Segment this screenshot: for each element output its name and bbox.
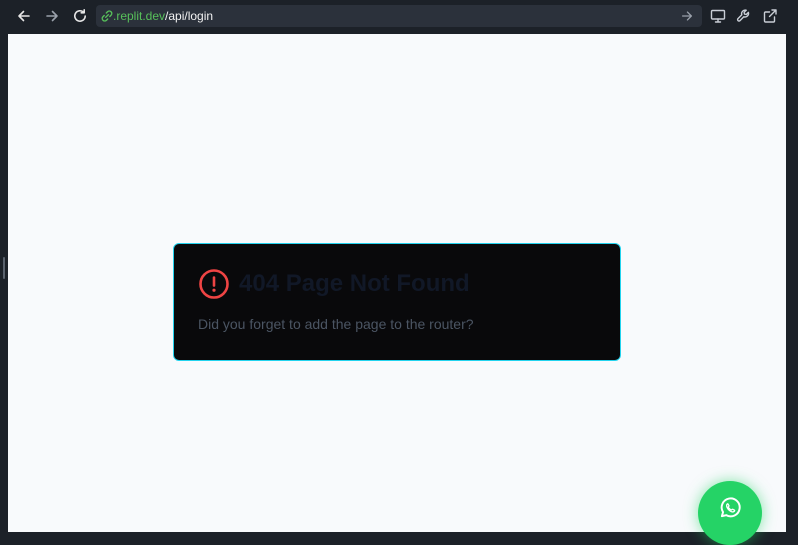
- whatsapp-button[interactable]: [698, 481, 762, 545]
- address-bar[interactable]: .replit.dev/api/login: [96, 5, 702, 27]
- devtools-button[interactable]: [734, 6, 754, 26]
- reload-button[interactable]: [69, 5, 91, 27]
- open-external-button[interactable]: [760, 6, 780, 26]
- back-button[interactable]: [13, 5, 35, 27]
- browser-toolbar: .replit.dev/api/login: [0, 0, 798, 34]
- arrow-right-icon[interactable]: [680, 9, 694, 23]
- url-domain: .replit.dev: [113, 9, 166, 23]
- resize-handle[interactable]: [3, 257, 5, 279]
- monitor-icon: [710, 9, 726, 23]
- external-link-icon: [763, 9, 777, 23]
- error-message: Did you forget to add the page to the ro…: [198, 316, 474, 332]
- reload-icon: [74, 9, 86, 22]
- devices-button[interactable]: [708, 6, 728, 26]
- whatsapp-icon: [720, 497, 741, 518]
- url-text: .replit.dev/api/login: [113, 5, 213, 27]
- error-card: 404 Page Not Found Did you forget to add…: [173, 243, 621, 361]
- link-icon: [101, 10, 113, 22]
- forward-button[interactable]: [41, 5, 63, 27]
- error-header: 404 Page Not Found: [198, 268, 470, 300]
- error-title: 404 Page Not Found: [239, 270, 470, 297]
- alert-circle-icon: [199, 269, 229, 299]
- arrow-left-icon: [18, 10, 30, 22]
- wrench-icon: [736, 9, 750, 22]
- webview: 404 Page Not Found Did you forget to add…: [8, 34, 786, 532]
- right-edge: [786, 34, 798, 532]
- url-path: /api/login: [165, 9, 214, 23]
- arrow-right-icon: [46, 10, 58, 22]
